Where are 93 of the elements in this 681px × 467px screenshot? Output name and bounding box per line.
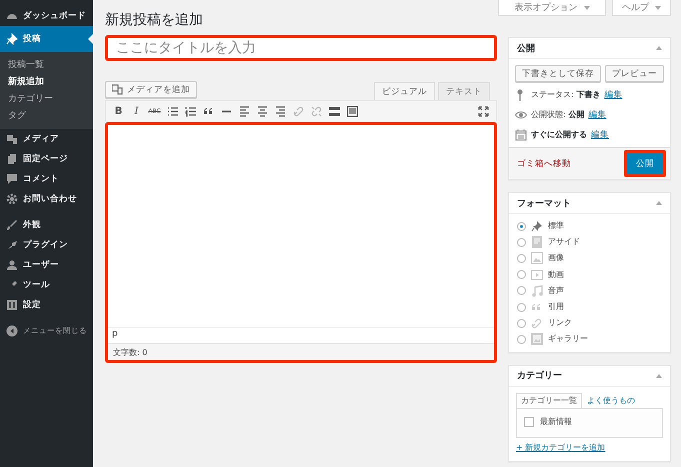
align-center-icon[interactable] — [257, 106, 268, 116]
radio-button[interactable] — [517, 254, 526, 263]
move-to-trash-link[interactable]: ゴミ箱へ移動 — [517, 158, 571, 170]
numbered-list-icon[interactable] — [185, 106, 196, 116]
add-category-link[interactable]: + 新規カテゴリーを追加 — [516, 444, 606, 452]
editor-tab[interactable]: ビジュアル — [374, 82, 435, 100]
page-title: 新規投稿を追加 — [105, 11, 204, 29]
editor-tab[interactable]: テキスト — [438, 82, 490, 100]
align-right-icon[interactable] — [275, 106, 286, 116]
calendar-icon — [515, 129, 527, 141]
menu-item[interactable]: お問い合わせ — [0, 189, 93, 209]
radio-button[interactable] — [517, 286, 526, 296]
submenu-item[interactable]: 投稿一覧 — [0, 57, 93, 74]
radio-button[interactable] — [517, 238, 526, 247]
menu-item[interactable]: ダッシュボード — [0, 6, 93, 26]
format-option-label: リンク — [548, 319, 572, 328]
format-option-label: アサイド — [548, 238, 580, 246]
pin-icon — [6, 33, 18, 45]
dropdown-tab-button[interactable]: ヘルプ — [612, 0, 671, 16]
collapse-icon — [6, 325, 18, 337]
edit-link[interactable]: 編集 — [604, 90, 622, 100]
gear-icon — [6, 193, 18, 205]
menu-item[interactable]: ユーザー — [0, 255, 93, 275]
box-title: フォーマット — [517, 198, 571, 210]
radio-button[interactable] — [517, 318, 526, 328]
format-option-label: 動画 — [548, 270, 564, 279]
pages-icon — [6, 153, 18, 165]
settings-icon — [6, 299, 18, 311]
menu-item[interactable]: メディア — [0, 129, 93, 149]
brush-icon — [6, 219, 18, 231]
dropdown-tab-button[interactable]: 表示オプション — [498, 0, 606, 16]
music-note-icon — [531, 284, 543, 297]
radio-button[interactable] — [517, 270, 526, 280]
gallery-icon — [531, 333, 543, 346]
user-icon — [6, 259, 18, 271]
box-title: 公開 — [517, 42, 535, 54]
image-icon — [531, 252, 543, 264]
preview-button[interactable]: プレビュー — [605, 65, 664, 82]
menu-item[interactable]: 固定ページ — [0, 149, 93, 169]
save-draft-button[interactable]: 下書きとして保存 — [515, 65, 601, 82]
menu-item[interactable]: 外観 — [0, 215, 93, 235]
collapse-arrow-icon — [656, 374, 662, 378]
document-icon — [531, 236, 543, 248]
comment-icon — [6, 173, 18, 185]
word-count: 文字数: 0 — [112, 347, 148, 359]
category-tab[interactable]: よく使うもの — [582, 392, 640, 408]
video-icon — [531, 268, 543, 281]
menu-item[interactable]: コメント — [0, 169, 93, 189]
format-button[interactable]: I — [128, 102, 145, 120]
collapse-arrow-icon — [656, 46, 662, 50]
caret-icon — [584, 6, 590, 10]
read-more-icon[interactable] — [329, 106, 340, 116]
caret-icon — [655, 6, 661, 10]
category-label: 最新情報 — [540, 418, 572, 426]
submenu-item[interactable]: タグ — [0, 108, 93, 125]
format-option-label: 画像 — [548, 254, 564, 262]
format-button[interactable]: B — [110, 102, 127, 120]
radio-button[interactable] — [517, 334, 526, 344]
publish-setting: すぐに公開する — [531, 131, 587, 139]
title-field[interactable]: ここにタイトルを入力 — [105, 35, 497, 61]
format-option-label: ギャラリー — [548, 335, 588, 344]
fullscreen-icon[interactable] — [478, 106, 489, 116]
menu-item[interactable]: ツール — [0, 275, 93, 295]
edit-link[interactable]: 編集 — [591, 130, 609, 140]
toolbar-toggle-icon[interactable] — [347, 106, 358, 116]
menu-item[interactable]: 投稿 — [0, 26, 93, 52]
menu-item[interactable]: プラグイン — [0, 235, 93, 255]
submenu-item[interactable]: 新規追加 — [0, 74, 93, 91]
format-option-label: 引用 — [548, 303, 564, 312]
category-tab[interactable]: カテゴリー一覧 — [516, 392, 582, 408]
quote-icon[interactable] — [203, 106, 214, 116]
edit-link[interactable]: 編集 — [588, 110, 606, 120]
element-path: p — [108, 328, 494, 344]
format-option-label: 音声 — [548, 286, 564, 295]
box-title: カテゴリー — [517, 370, 562, 382]
submenu-item[interactable]: カテゴリー — [0, 91, 93, 108]
publish-setting: 公開状態: 公開 — [531, 111, 584, 119]
radio-button[interactable] — [517, 222, 526, 231]
radio-button[interactable] — [517, 302, 526, 312]
pin-icon — [531, 220, 543, 232]
publish-button[interactable]: 公開 — [624, 150, 666, 177]
format-option-label: 標準 — [548, 222, 564, 230]
eye-icon — [515, 109, 527, 121]
menu-item[interactable]: 設定 — [0, 295, 93, 315]
collapse-arrow-icon — [656, 201, 662, 205]
bullet-list-icon[interactable] — [167, 106, 178, 116]
add-media-button[interactable]: メディアを追加 — [105, 81, 197, 98]
align-left-icon[interactable] — [239, 106, 250, 116]
media-icon — [112, 84, 123, 95]
publish-setting: ステータス: 下書き — [531, 91, 600, 99]
media-icon — [6, 133, 18, 145]
link-icon — [531, 317, 543, 330]
checkbox[interactable] — [524, 416, 534, 426]
